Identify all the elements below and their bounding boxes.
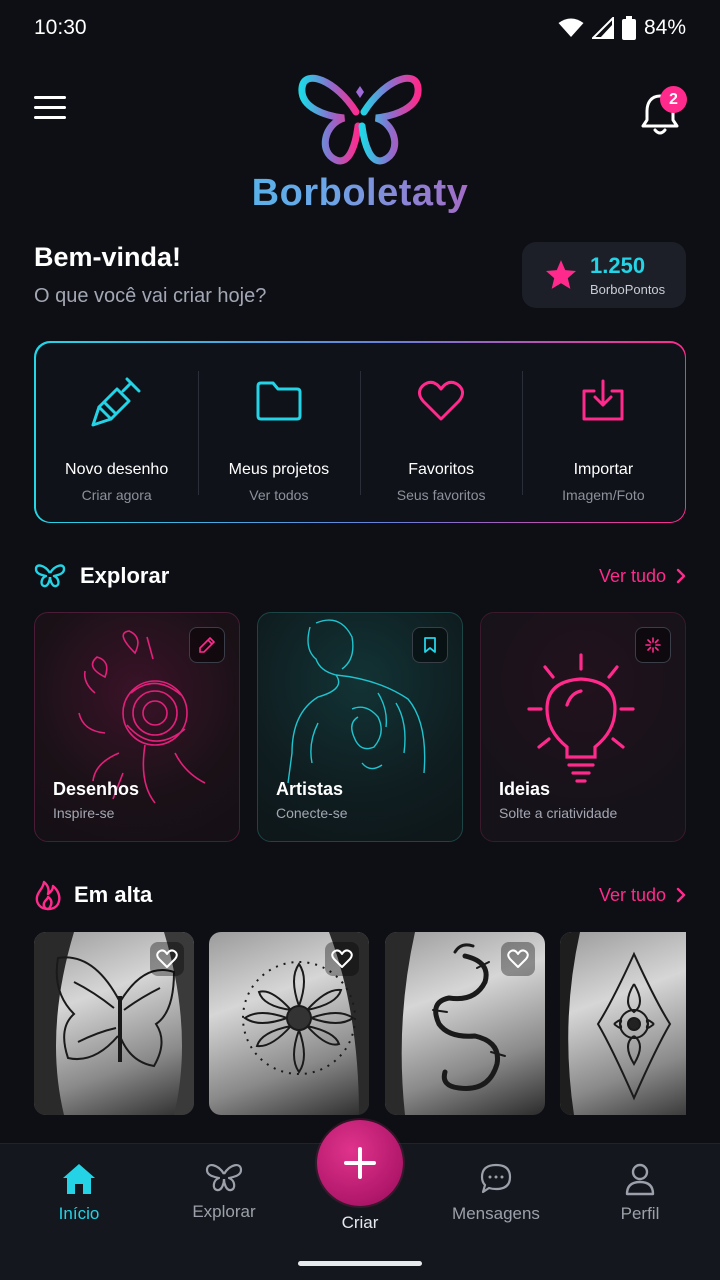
explore-card-drawings[interactable]: Desenhos Inspire-se [34,612,240,842]
card-subtitle: Conecte-se [276,805,348,821]
favorite-button[interactable] [150,942,184,976]
star-icon [545,260,577,289]
butterfly-icon [205,1164,243,1192]
pen-icon [199,636,216,653]
bookmark-icon [424,637,436,653]
quick-title: Importar [573,460,634,478]
signal-icon [591,17,614,39]
quick-new-drawing[interactable]: Novo desenho Criar agora [36,343,198,522]
points-label: BorboPontos [590,281,666,297]
create-button[interactable] [317,1120,403,1206]
butterfly-icon [34,564,66,588]
explore-title: Explorar [80,563,170,588]
explore-card-artists[interactable]: Artistas Conecte-se [257,612,463,842]
nav-messages[interactable]: Mensagens [431,1144,561,1244]
folder-icon [256,381,302,420]
quick-title: Favoritos [408,460,475,478]
quick-import[interactable]: Importar Imagem/Foto [522,343,684,522]
explore-header: Explorar Ver tudo [34,558,686,594]
status-bar: 10:30 84% [0,0,720,56]
see-all-label: Ver tudo [598,565,666,586]
app-header: Borboletaty 2 [0,56,720,226]
card-subtitle: Inspire-se [53,805,115,821]
home-indicator [298,1261,422,1266]
trend-card-butterfly[interactable] [34,932,194,1115]
status-time: 10:30 [34,16,87,39]
trending-title: Em alta [74,882,153,907]
home-icon [63,1164,95,1194]
quick-my-projects[interactable]: Meus projetos Ver todos [197,343,360,522]
nav-label: Perfil [620,1204,660,1223]
quick-title: Meus projetos [228,460,330,478]
chat-icon [480,1163,512,1194]
card-title: Ideias [499,779,551,799]
heart-icon [331,949,353,968]
bookmark-mini-button[interactable] [412,627,448,663]
battery-icon [621,16,636,40]
nav-label: Início [58,1204,100,1223]
butterfly-logo-icon [298,74,422,165]
sparkle-icon [645,637,661,653]
welcome-subtitle: O que você vai criar hoje? [34,285,267,307]
plus-icon [344,1147,376,1179]
card-title: Artistas [276,779,344,799]
welcome-title: Bem-vinda! [34,242,182,272]
trending-see-all[interactable]: Ver tudo [599,885,686,906]
points-value: 1.250 [590,252,646,278]
app-name: Borboletaty [0,172,720,215]
quick-title: Novo desenho [65,460,169,478]
see-all-label: Ver tudo [598,884,666,905]
quick-subtitle: Imagem/Foto [562,486,645,503]
explore-see-all[interactable]: Ver tudo [599,566,686,587]
mandala-tattoo-image [560,932,672,1115]
explore-card-ideas[interactable]: Ideias Solte a criatividade [480,612,686,842]
trending-header: Em alta Ver tudo [34,877,686,913]
nav-label: Explorar [192,1202,256,1221]
app-logo: Borboletaty [0,72,720,215]
pen-mini-button[interactable] [189,627,225,663]
quick-subtitle: Criar agora [81,486,152,503]
user-icon [625,1163,655,1196]
chevron-right-icon [676,887,686,903]
heart-icon [156,949,178,968]
trend-card-dragon[interactable] [385,932,545,1115]
quick-favorites[interactable]: Favoritos Seus favoritos [360,343,522,522]
battery-percent: 84% [643,16,686,39]
favorite-button[interactable] [325,942,359,976]
quick-subtitle: Seus favoritos [396,486,486,503]
notification-badge: 2 [660,86,687,113]
card-subtitle: Solte a criatividade [499,805,618,821]
nav-explore[interactable]: Explorar [159,1144,289,1244]
import-icon [582,379,624,420]
card-title: Desenhos [53,779,140,799]
trend-card-flower[interactable] [209,932,369,1115]
flame-icon [35,880,61,911]
status-icons: 84% [558,16,686,40]
explore-cards: Desenhos Inspire-se Artistas Conecte-se … [34,612,686,842]
heart-icon [507,949,529,968]
create-label: Criar [341,1213,379,1232]
trend-card-mandala[interactable] [560,932,686,1115]
wifi-icon [558,18,584,37]
quick-actions: Novo desenho Criar agora Meus projetos V… [34,341,686,523]
heart-icon [418,380,465,420]
chevron-right-icon [676,568,686,584]
favorite-button[interactable] [501,942,535,976]
welcome-section: Bem-vinda! O que você vai criar hoje? [34,242,266,308]
nav-home[interactable]: Início [14,1144,144,1244]
quick-subtitle: Ver todos [249,486,309,503]
sparkle-mini-button[interactable] [635,627,671,663]
nav-profile[interactable]: Perfil [575,1144,705,1244]
points-card[interactable]: 1.250 BorboPontos [522,242,686,308]
nav-label: Mensagens [452,1204,540,1223]
trending-list [34,932,686,1115]
tattoo-pen-icon [91,377,141,426]
